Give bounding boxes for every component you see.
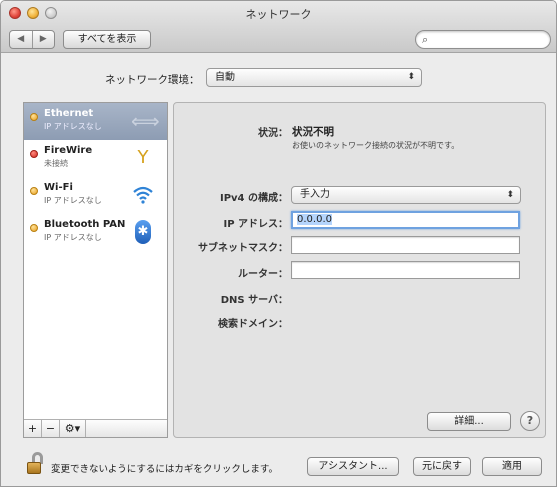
ipv4-value: 手入力: [300, 189, 330, 200]
ip-address-value: 0.0.0.0: [297, 214, 332, 225]
service-status: IP アドレスなし: [44, 233, 102, 242]
popup-arrows-icon: ⬍: [407, 72, 415, 82]
service-list: Ethernet IP アドレスなし ⟺ FireWire 未接続 Y Wi-F…: [23, 102, 168, 438]
lock-message: 変更できないようにするにはカギをクリックします。: [51, 464, 278, 475]
window-title: ネットワーク: [245, 8, 312, 21]
status-dot-icon: [30, 150, 38, 158]
location-label: ネットワーク環境：: [105, 74, 200, 86]
lock-icon[interactable]: [27, 452, 43, 474]
popup-arrows-icon: ⬍: [506, 190, 514, 200]
service-item-firewire[interactable]: FireWire 未接続 Y: [24, 140, 167, 177]
router-field[interactable]: [291, 261, 520, 279]
location-popup[interactable]: 自動 ⬍: [206, 68, 422, 87]
bluetooth-icon: ✱: [135, 220, 151, 244]
ipv4-label: IPv4 の構成：: [219, 193, 288, 204]
status-dot-icon: [30, 113, 38, 121]
service-name: Wi-Fi: [44, 182, 73, 193]
subnet-mask-label: サブネットマスク：: [198, 243, 288, 254]
forward-button[interactable]: ▶: [31, 31, 55, 48]
status-dot-icon: [30, 224, 38, 232]
status-dot-icon: [30, 187, 38, 195]
gear-icon[interactable]: ⚙▾: [60, 420, 86, 437]
detail-pane: 状況： 状況不明 お使いのネットワーク接続の状況が不明です。 IPv4 の構成：…: [173, 102, 546, 438]
firewire-icon: Y: [137, 147, 149, 168]
network-preferences-window: ネットワーク ◀ ▶ すべてを表示 ⌕ ネットワーク環境： 自動 ⬍ Ether…: [0, 0, 557, 487]
service-name: Ethernet: [44, 108, 94, 119]
dns-server-label: DNS サーバ：: [220, 295, 288, 306]
back-button[interactable]: ◀: [10, 31, 32, 48]
search-domain-label: 検索ドメイン：: [218, 319, 288, 330]
service-list-toolbar: + − ⚙▾: [24, 419, 167, 437]
ip-address-field[interactable]: 0.0.0.0: [291, 211, 520, 229]
add-service-button[interactable]: +: [24, 420, 42, 437]
status-description: お使いのネットワーク接続の状況が不明です。: [292, 141, 460, 150]
title-bar: ネットワーク ◀ ▶ すべてを表示 ⌕: [1, 1, 556, 53]
service-status: IP アドレスなし: [44, 122, 102, 131]
magnifier-icon: ⌕: [422, 33, 429, 46]
status-value: 状況不明: [292, 126, 334, 138]
ip-address-label: IP アドレス：: [223, 219, 288, 230]
search-input[interactable]: [436, 33, 544, 46]
router-label: ルーター：: [238, 269, 288, 280]
location-value: 自動: [215, 72, 235, 83]
service-item-wifi[interactable]: Wi-Fi IP アドレスなし: [24, 177, 167, 214]
revert-button[interactable]: 元に戻す: [413, 457, 471, 476]
service-status: 未接続: [44, 159, 68, 168]
apply-button[interactable]: 適用: [482, 457, 542, 476]
assistant-button[interactable]: アシスタント...: [307, 457, 399, 476]
service-item-ethernet[interactable]: Ethernet IP アドレスなし ⟺: [24, 103, 167, 140]
lock-body: [27, 462, 41, 474]
wifi-icon: [131, 183, 155, 207]
ipv4-config-popup[interactable]: 手入力 ⬍: [291, 186, 521, 204]
remove-service-button[interactable]: −: [42, 420, 60, 437]
show-all-button[interactable]: すべてを表示: [63, 30, 151, 49]
service-name: Bluetooth PAN: [44, 219, 126, 230]
back-forward-control: ◀ ▶: [9, 30, 55, 49]
service-item-bluetooth-pan[interactable]: Bluetooth PAN IP アドレスなし ✱: [24, 214, 167, 251]
advanced-button[interactable]: 詳細...: [427, 412, 511, 431]
help-button[interactable]: ?: [520, 411, 540, 431]
service-name: FireWire: [44, 145, 93, 156]
status-label: 状況：: [258, 128, 288, 139]
ethernet-icon: ⟺: [131, 109, 160, 133]
service-status: IP アドレスなし: [44, 196, 102, 205]
subnet-mask-field[interactable]: [291, 236, 520, 254]
search-field[interactable]: ⌕: [415, 30, 551, 49]
